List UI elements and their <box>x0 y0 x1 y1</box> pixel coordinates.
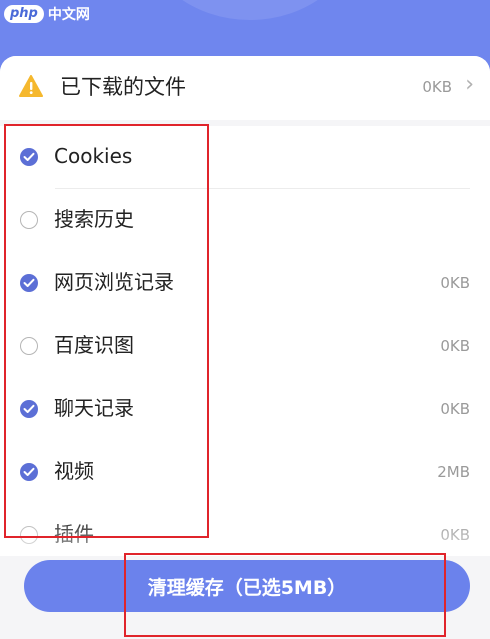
list-item-search-history[interactable]: 搜索历史 <box>0 189 490 252</box>
watermark-text: 中文网 <box>47 7 90 23</box>
list-item-chat-history[interactable]: 聊天记录 0KB <box>0 378 490 441</box>
checkmark-icon <box>23 278 35 287</box>
watermark: php 中文网 <box>4 4 90 24</box>
downloaded-files-label: 已下载的文件 <box>60 75 186 99</box>
downloaded-files-size: 0KB <box>422 78 452 96</box>
checkbox-icon[interactable] <box>20 463 38 481</box>
watermark-badge: php <box>4 5 44 23</box>
checkbox-icon[interactable] <box>20 274 38 292</box>
downloaded-files-row[interactable]: 已下载的文件 0KB › <box>0 56 490 120</box>
list-item-browsing-history[interactable]: 网页浏览记录 0KB <box>0 252 490 315</box>
item-size: 0KB <box>440 337 470 355</box>
list-item-plugins[interactable]: 插件 0KB <box>0 504 490 567</box>
list-item-video[interactable]: 视频 2MB <box>0 441 490 504</box>
item-size: 0KB <box>440 274 470 292</box>
item-label: 聊天记录 <box>54 396 134 420</box>
item-label: Cookies <box>54 144 133 168</box>
checkmark-icon <box>23 152 35 161</box>
item-label: 搜索历史 <box>54 207 134 231</box>
item-size: 0KB <box>440 526 470 544</box>
item-label: 百度识图 <box>54 333 134 357</box>
clear-cache-label: 清理缓存（已选5MB） <box>147 576 347 599</box>
checkbox-icon[interactable] <box>20 400 38 418</box>
checkbox-icon[interactable] <box>20 526 38 544</box>
header-arc <box>145 0 355 20</box>
cache-item-list: Cookies 搜索历史 网页浏览记录 0KB 百度识图 0KB 聊天记录 0K… <box>0 126 490 556</box>
item-label: 插件 <box>54 522 94 546</box>
item-size: 2MB <box>437 463 470 481</box>
item-size: 0KB <box>440 400 470 418</box>
item-label: 视频 <box>54 459 94 483</box>
item-label: 网页浏览记录 <box>54 270 174 294</box>
clear-cache-button[interactable]: 清理缓存（已选5MB） <box>24 560 470 612</box>
checkbox-icon[interactable] <box>20 211 38 229</box>
warning-icon <box>19 75 43 97</box>
checkmark-icon <box>23 404 35 413</box>
checkmark-icon <box>23 467 35 476</box>
checkbox-icon[interactable] <box>20 337 38 355</box>
chevron-right-icon: › <box>465 72 474 97</box>
list-item-cookies[interactable]: Cookies <box>0 126 490 189</box>
list-item-image-search[interactable]: 百度识图 0KB <box>0 315 490 378</box>
checkbox-icon[interactable] <box>20 148 38 166</box>
